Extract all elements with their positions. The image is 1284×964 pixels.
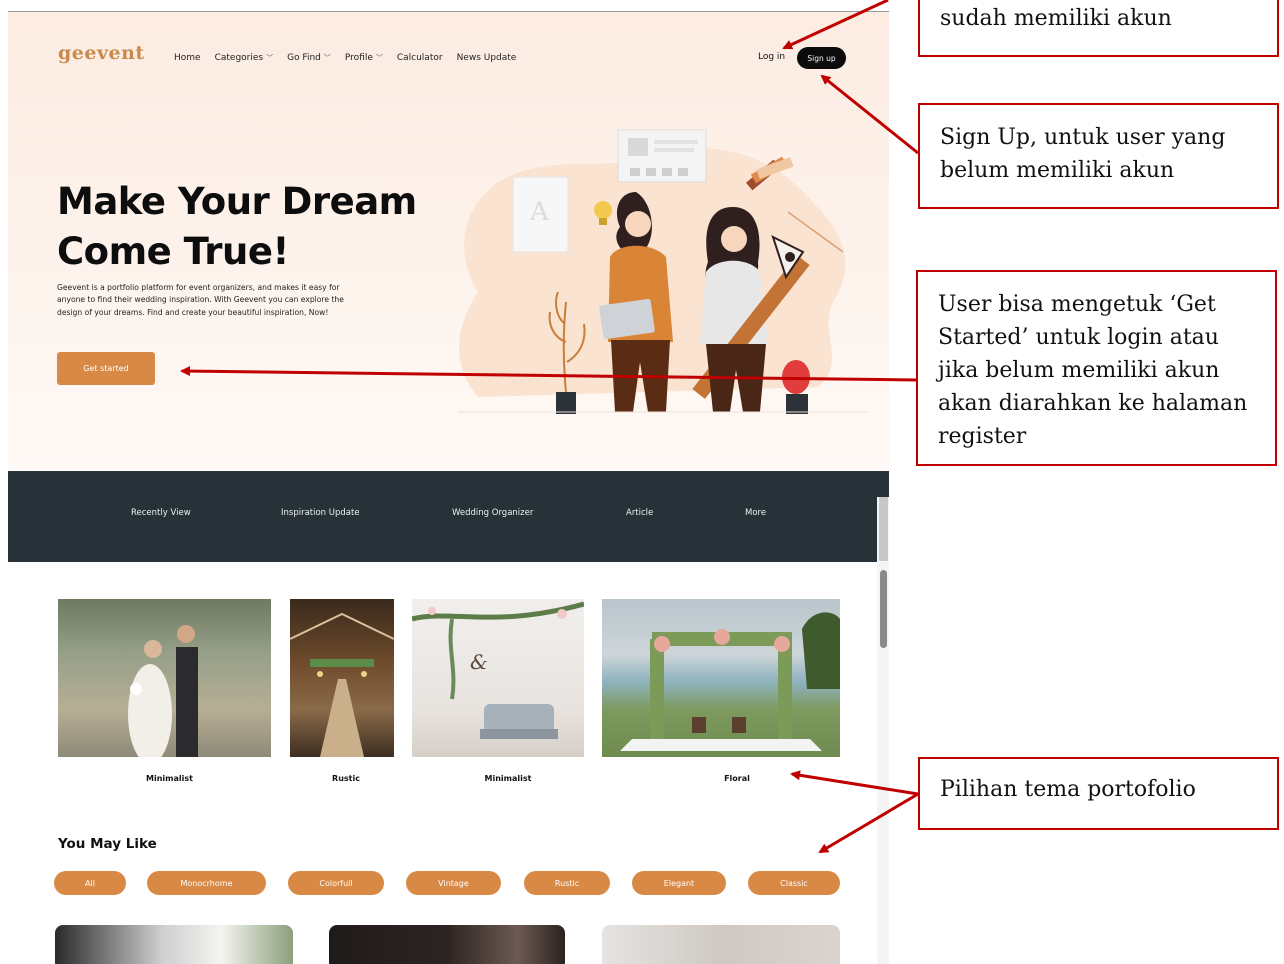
theme-thumbnail-minimalist-2[interactable]: & xyxy=(412,599,584,757)
hero-headline: Make Your Dream Come True! xyxy=(57,177,477,277)
annotation-signup: Sign Up, untuk user yang belum memiliki … xyxy=(918,103,1279,209)
category-article[interactable]: Article xyxy=(626,508,653,518)
inspiration-card-1[interactable] xyxy=(55,925,293,964)
annotation-get-started: User bisa mengetuk ‘Get Started’ untuk l… xyxy=(916,270,1277,466)
theme-thumbnail-rustic[interactable] xyxy=(290,599,394,757)
theme-thumbnail-floral[interactable] xyxy=(602,599,840,757)
hero-section: geevent Home Categories ﹀ Go Find ﹀ Profil… xyxy=(8,12,889,472)
inspiration-card-3[interactable] xyxy=(602,925,840,964)
chevron-down-icon: ﹀ xyxy=(323,54,331,62)
get-started-button[interactable]: Get started xyxy=(57,352,155,385)
filter-monocrhome[interactable]: Monocrhome xyxy=(147,871,266,895)
nav-item-home[interactable]: Home xyxy=(174,53,201,63)
filter-vintage[interactable]: Vintage xyxy=(406,871,501,895)
nav-item-profile[interactable]: Profile ﹀ xyxy=(345,53,383,63)
category-more[interactable]: More xyxy=(745,508,766,518)
theme-label-rustic: Rustic xyxy=(332,774,360,783)
site-logo[interactable]: geevent xyxy=(58,42,145,64)
svg-text:A: A xyxy=(529,197,550,227)
chevron-down-icon: ﹀ xyxy=(266,54,274,62)
scrollbar-thumb[interactable] xyxy=(880,570,887,648)
category-recently-view[interactable]: Recently View xyxy=(131,508,191,518)
scrollbar-up-area[interactable] xyxy=(879,497,888,561)
hero-illustration: A xyxy=(458,129,868,414)
you-may-like-title: You May Like xyxy=(58,836,157,852)
annotation-login: sudah memiliki akun xyxy=(918,0,1279,57)
theme-thumbnail-minimalist-1[interactable] xyxy=(58,599,271,757)
category-inspiration-update[interactable]: Inspiration Update xyxy=(281,508,360,518)
nav-item-categories[interactable]: Categories ﹀ xyxy=(215,53,274,63)
svg-text:&: & xyxy=(470,650,488,674)
website-screenshot: geevent Home Categories ﹀ Go Find ﹀ Profil… xyxy=(8,0,889,964)
nav-item-go-find[interactable]: Go Find ﹀ xyxy=(287,53,331,63)
nav-item-calculator[interactable]: Calculator xyxy=(397,53,443,63)
headline-line-1: Make Your Dream xyxy=(57,180,417,223)
category-bar: Recently View Inspiration Update Wedding… xyxy=(8,471,889,562)
theme-label-floral: Floral xyxy=(724,774,750,783)
theme-label-minimalist-2: Minimalist xyxy=(484,774,532,783)
filter-rustic[interactable]: Rustic xyxy=(524,871,610,895)
annotation-themes: Pilihan tema portofolio xyxy=(918,757,1279,830)
filter-all[interactable]: All xyxy=(54,871,126,895)
inspiration-card-2[interactable] xyxy=(329,925,565,964)
signup-button[interactable]: Sign up xyxy=(797,47,846,69)
nav-item-news-update[interactable]: News Update xyxy=(457,53,517,63)
headline-line-2: Come True! xyxy=(57,230,289,273)
filter-colorfull[interactable]: Colorfull xyxy=(288,871,384,895)
filter-classic[interactable]: Classic xyxy=(748,871,840,895)
login-link[interactable]: Log in xyxy=(758,52,785,62)
chevron-down-icon: ﹀ xyxy=(375,54,383,62)
hero-description: Geevent is a portfolio platform for even… xyxy=(57,283,344,317)
main-nav: Home Categories ﹀ Go Find ﹀ Profile ﹀ Calcu… xyxy=(174,53,516,63)
category-wedding-organizer[interactable]: Wedding Organizer xyxy=(452,508,533,518)
theme-label-minimalist-1: Minimalist xyxy=(146,774,193,783)
filter-elegant[interactable]: Elegant xyxy=(632,871,726,895)
scrollbar-track[interactable] xyxy=(877,497,889,964)
